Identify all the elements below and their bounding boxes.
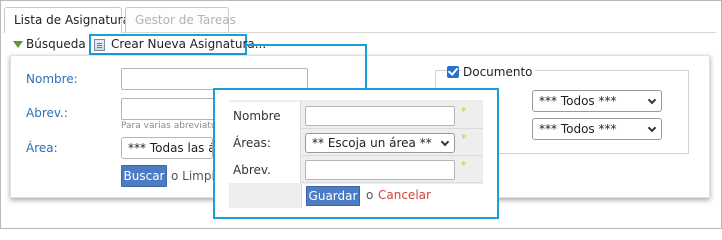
save-button[interactable]: Guardar xyxy=(306,186,360,206)
chevron-down-icon xyxy=(647,95,657,105)
document-icon xyxy=(94,39,105,51)
triangle-down-icon xyxy=(13,41,23,48)
cancel-link[interactable]: Cancelar xyxy=(378,188,431,202)
search-button[interactable]: Buscar xyxy=(121,165,167,187)
abrev-label: Abrev.: xyxy=(26,106,68,120)
create-subject-popup: Nombre * Áreas: ** Escoja un área ** * A… xyxy=(213,88,499,219)
callout-connector xyxy=(247,44,366,46)
area-label: Área: xyxy=(26,141,58,155)
abrev-input[interactable] xyxy=(121,98,221,120)
popup-abrev-label: Abrev. xyxy=(229,156,301,183)
clear-link[interactable]: o Limpi xyxy=(171,169,215,183)
required-star: * xyxy=(461,105,467,118)
area-select[interactable]: *** Todas las áre xyxy=(121,137,213,159)
filter-dropdown-2[interactable]: *** Todos *** xyxy=(532,118,662,140)
form-row-nombre: Nombre * xyxy=(229,102,483,129)
required-star: * xyxy=(461,132,467,145)
popup-areas-label: Áreas: xyxy=(229,129,301,156)
or-separator: o xyxy=(366,188,374,202)
chevron-down-icon xyxy=(647,123,657,133)
tab-lista-asignaturas[interactable]: Lista de Asignaturas xyxy=(4,7,136,33)
popup-areas-select[interactable]: ** Escoja un área ** xyxy=(305,133,455,153)
filter-dropdown-1[interactable]: *** Todos *** xyxy=(532,90,662,112)
popup-form: Nombre * Áreas: ** Escoja un área ** * A… xyxy=(229,100,483,208)
create-subject-button[interactable]: Crear Nueva Asignatura... xyxy=(89,34,266,55)
required-star: * xyxy=(461,159,467,172)
filter-dropdown-1-value: *** Todos *** xyxy=(539,94,617,108)
documento-checkbox[interactable] xyxy=(447,66,459,78)
nombre-input[interactable] xyxy=(121,68,308,90)
popup-areas-value: ** Escoja un área ** xyxy=(312,136,432,150)
callout-connector xyxy=(365,44,367,88)
tab-divider xyxy=(122,32,716,33)
documento-label: Documento xyxy=(461,65,535,79)
create-subject-label: Crear Nueva Asignatura... xyxy=(111,37,267,51)
search-toggle-label: Búsqueda xyxy=(26,37,86,51)
tab-gestor-tareas[interactable]: Gestor de Tareas xyxy=(125,7,236,33)
chevron-down-icon xyxy=(440,137,450,147)
popup-actions: Guardar o Cancelar xyxy=(301,184,483,208)
popup-abrev-input[interactable] xyxy=(305,160,455,180)
form-row-areas: Áreas: ** Escoja un área ** * xyxy=(229,129,483,156)
popup-nombre-label: Nombre xyxy=(229,102,301,129)
nombre-label: Nombre: xyxy=(26,72,78,86)
popup-nombre-input[interactable] xyxy=(305,106,455,126)
form-row-abrev: Abrev. * xyxy=(229,156,483,183)
abrev-hint: Para varias abreviatu xyxy=(121,121,217,131)
filter-dropdown-2-value: *** Todos *** xyxy=(539,122,617,136)
